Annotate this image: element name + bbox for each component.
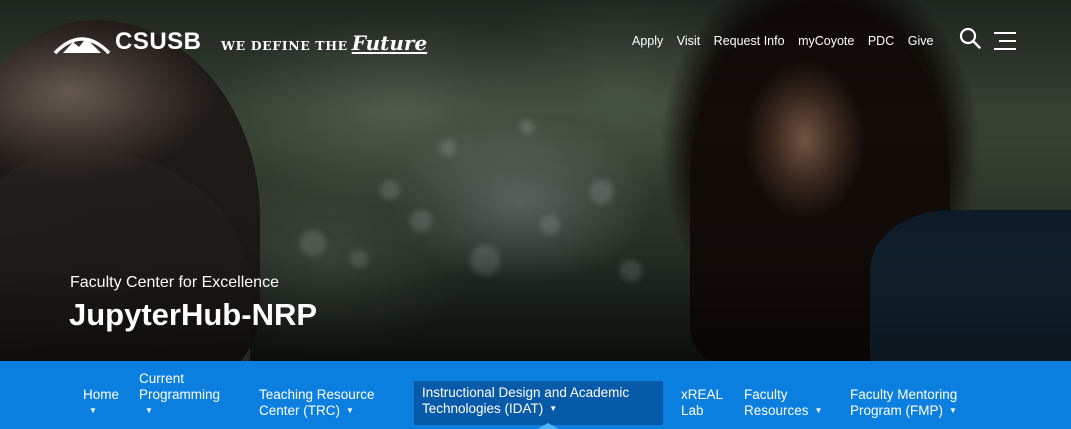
section-nav: Home ▼ Current Programming ▼ Teaching Re… [0, 361, 1071, 429]
subnav-item-label: Faculty Mentoring [850, 387, 958, 402]
caret-down-icon: ▼ [814, 406, 823, 416]
subnav-item-faculty-resources[interactable]: Faculty Resources ▼ [744, 387, 822, 419]
subnav-item-label-2: Resources [744, 403, 809, 418]
subnav-item-trc[interactable]: Teaching Resource Center (TRC) ▼ [259, 387, 375, 419]
subnav-item-label-2: Programming [139, 387, 221, 402]
mountain-logo-icon [53, 37, 111, 55]
subnav-item-label: Instructional Design and Academic [422, 385, 630, 400]
subnav-item-fmp[interactable]: Faculty Mentoring Program (FMP) ▼ [850, 387, 957, 419]
tagline: WE DEFINE THE Future [221, 31, 427, 55]
tagline-main: WE DEFINE THE [221, 38, 348, 53]
top-nav: Apply Visit Request Info myCoyote PDC Gi… [632, 34, 947, 48]
subnav-item-xreal-lab[interactable]: xREAL Lab [681, 387, 723, 419]
hamburger-menu-icon[interactable] [993, 31, 1017, 56]
subnav-item-label: xREAL [681, 387, 724, 402]
caret-down-icon: ▼ [89, 406, 97, 415]
subnav-item-label: Teaching Resource [259, 387, 375, 402]
subnav-item-current-programming[interactable]: Current Programming ▼ [139, 371, 220, 419]
logo-text: CSUSB [115, 28, 202, 55]
caret-down-icon: ▼ [949, 406, 957, 416]
subnav-item-home[interactable]: Home ▼ [83, 387, 119, 419]
subnav-item-label: Home [83, 387, 120, 402]
subnav-item-label: Faculty [744, 387, 788, 402]
top-nav-mycoyote[interactable]: myCoyote [798, 34, 854, 48]
page-subtitle: Faculty Center for Excellence [70, 274, 279, 291]
tagline-script: Future [351, 31, 428, 55]
caret-down-icon: ▼ [145, 406, 153, 415]
csusb-logo[interactable]: CSUSB [53, 28, 202, 56]
subnav-item-label-2: Lab [681, 403, 704, 418]
subnav-item-label-2: Program (FMP) [850, 403, 944, 418]
active-indicator [537, 423, 559, 429]
subnav-item-label-2: Center (TRC) [259, 403, 341, 418]
subnav-item-idat[interactable]: Instructional Design and Academic Techno… [414, 381, 663, 425]
top-nav-request-info[interactable]: Request Info [714, 34, 785, 48]
top-nav-apply[interactable]: Apply [632, 34, 663, 48]
top-nav-give[interactable]: Give [908, 34, 934, 48]
caret-down-icon: ▼ [346, 406, 354, 416]
search-icon[interactable] [959, 27, 981, 54]
page-title: JupyterHub-NRP [69, 297, 318, 332]
subnav-item-label: Current [139, 371, 185, 386]
top-nav-pdc[interactable]: PDC [868, 34, 894, 48]
caret-down-icon: ▼ [549, 404, 558, 414]
subnav-item-label-2: Technologies (IDAT) [422, 401, 544, 416]
top-nav-visit[interactable]: Visit [677, 34, 700, 48]
